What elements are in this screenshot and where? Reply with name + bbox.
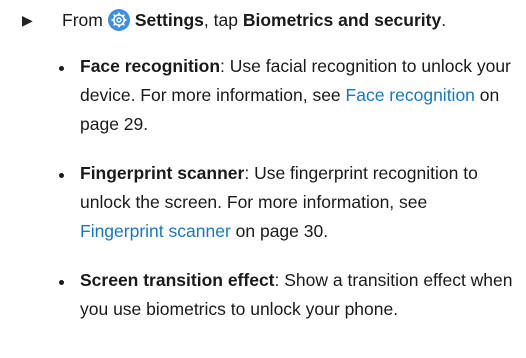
option-list: Face recognition: Use facial recognition… bbox=[58, 52, 513, 344]
item-title: Fingerprint scanner bbox=[80, 163, 245, 183]
item-title: Screen transition effect bbox=[80, 270, 275, 290]
list-item-fingerprint-scanner: Fingerprint scanner: Use fingerprint rec… bbox=[58, 159, 513, 246]
item-title: Face recognition bbox=[80, 56, 221, 76]
item-text-tail: on page 30. bbox=[230, 221, 329, 241]
settings-gear-icon bbox=[107, 9, 130, 31]
settings-label: Settings bbox=[134, 10, 204, 30]
instruction-step: ▶ From Settings, tap Biometrics and secu… bbox=[22, 6, 446, 34]
play-arrow-icon: ▶ bbox=[22, 12, 33, 28]
fingerprint-scanner-link[interactable]: Fingerprint scanner bbox=[80, 221, 231, 241]
list-item-screen-transition-effect: Screen transition effect: Show a transit… bbox=[58, 266, 513, 324]
step-prefix: From bbox=[62, 10, 103, 30]
step-suffix: . bbox=[441, 10, 447, 30]
face-recognition-link[interactable]: Face recognition bbox=[346, 85, 475, 105]
step-middle: , tap bbox=[203, 10, 238, 30]
list-item-face-recognition: Face recognition: Use facial recognition… bbox=[58, 52, 513, 139]
biometrics-security-label: Biometrics and security bbox=[242, 10, 442, 30]
